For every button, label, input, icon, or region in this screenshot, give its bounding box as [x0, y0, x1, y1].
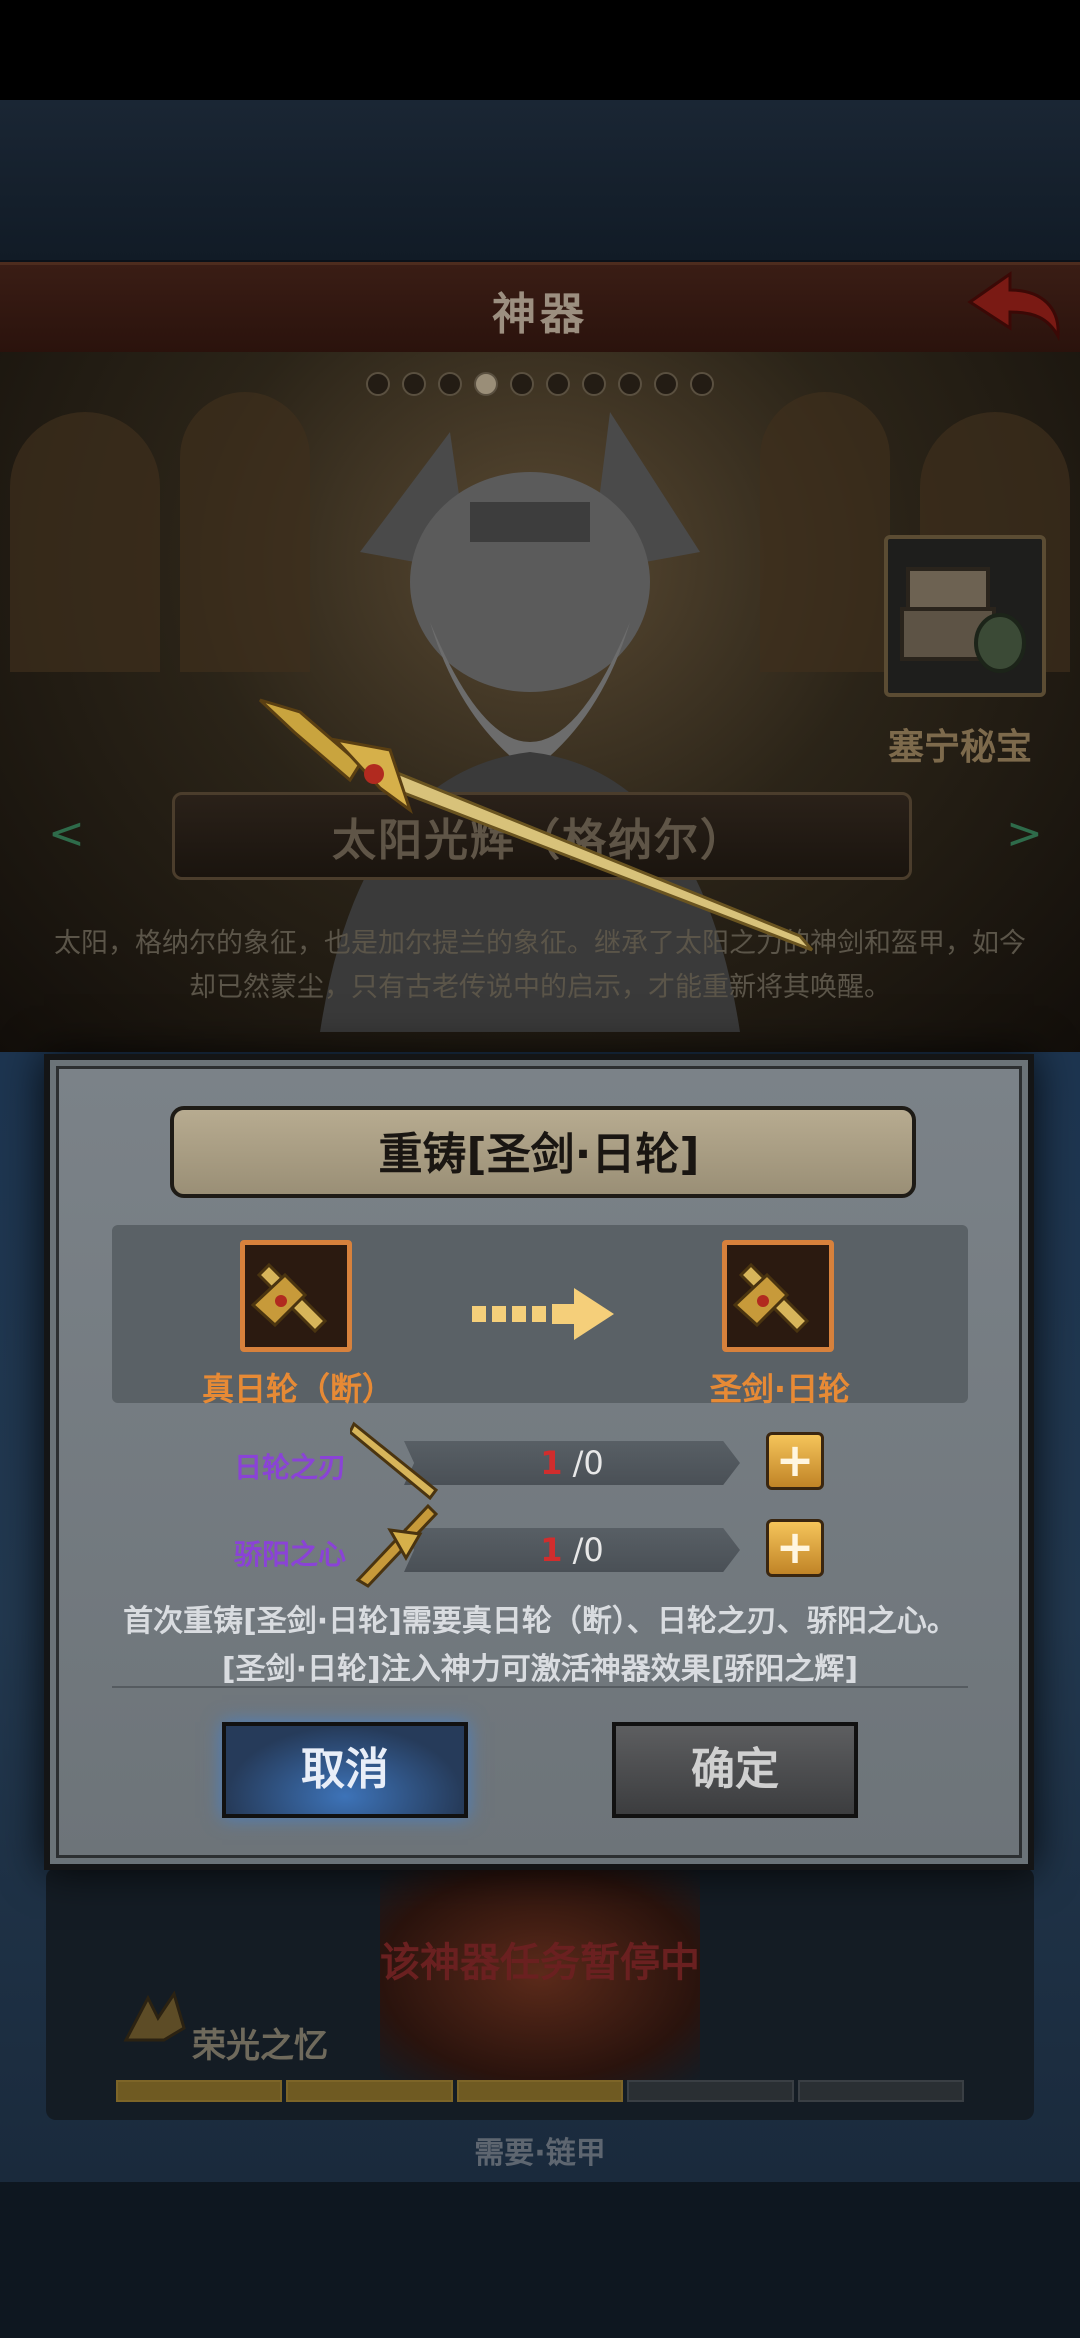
mission-progress-bar: [116, 2080, 965, 2102]
dialog-description: 首次重铸[圣剑·日轮]需要真日轮（断）、日轮之刃、骄阳之心。 [圣剑·日轮]注入…: [80, 1598, 1000, 1694]
progress-segment: [797, 2080, 965, 2102]
sun-blade-icon: [350, 1421, 439, 1500]
progress-segment: [456, 2080, 624, 2102]
dialog-description-line: 首次重铸[圣剑·日轮]需要真日轮（断）、日轮之刃、骄阳之心。: [123, 1604, 957, 1639]
carousel-dot[interactable]: [618, 372, 642, 396]
carousel-dot[interactable]: [582, 372, 606, 396]
next-artifact-icon[interactable]: >: [1006, 808, 1043, 859]
prev-artifact-icon[interactable]: <: [48, 808, 85, 859]
carousel-dot[interactable]: [402, 372, 426, 396]
treasure-chest-icon: [900, 567, 1026, 673]
material-need: 0: [583, 1444, 604, 1482]
progress-segment: [286, 2080, 453, 2102]
status-bar: [0, 0, 1080, 100]
carousel-dots: [300, 372, 780, 398]
mission-name: 荣光之忆: [192, 2026, 328, 2066]
material-have: 1: [540, 1531, 563, 1569]
carousel-dot[interactable]: [510, 372, 534, 396]
material-name: 日轮之刃: [234, 1451, 347, 1484]
add-material-button[interactable]: +: [766, 1519, 824, 1577]
artifact-description-line: 却已然蒙尘，只有古老传说中的启示，才能重新将其唤醒。: [189, 972, 891, 1003]
holy-sword-icon: [732, 1262, 810, 1334]
progress-segment: [116, 2080, 283, 2102]
material-count: 1 /0: [404, 1531, 740, 1569]
carousel-dot[interactable]: [438, 372, 462, 396]
material-need: 0: [583, 1531, 604, 1569]
result-item-slot[interactable]: [722, 1240, 834, 1352]
material-have: 1: [540, 1444, 563, 1482]
holy-sword-icon: [258, 698, 814, 952]
treasure-label: 塞宁秘宝: [887, 727, 1032, 768]
divider: [112, 1686, 968, 1688]
cancel-button[interactable]: 取消: [222, 1722, 468, 1818]
mission-status: 该神器任务暂停中: [380, 1940, 700, 1986]
result-item-name: 圣剑·日轮: [709, 1370, 851, 1408]
treasure-chest-button[interactable]: [884, 535, 1046, 697]
broken-sword-icon: [250, 1262, 328, 1334]
confirm-button[interactable]: 确定: [612, 1722, 858, 1818]
carousel-dot[interactable]: [690, 372, 714, 396]
material-separator: /: [572, 1444, 584, 1482]
carousel-dot[interactable]: [546, 372, 570, 396]
add-material-button[interactable]: +: [766, 1432, 824, 1490]
material-count: 1 /0: [404, 1444, 740, 1482]
progress-segment: [627, 2080, 794, 2102]
material-separator: /: [572, 1531, 584, 1569]
source-item-slot[interactable]: [240, 1240, 352, 1352]
carousel-dot[interactable]: [366, 372, 390, 396]
carousel-dot[interactable]: [654, 372, 678, 396]
sun-heart-icon: [355, 1503, 439, 1588]
arrow-right-icon: [472, 1288, 614, 1340]
dialog-title: 重铸[圣剑·日轮]: [378, 1129, 700, 1180]
material-name: 骄阳之心: [234, 1538, 347, 1571]
page-title: 神器: [492, 289, 588, 340]
carousel-dot-active[interactable]: [474, 372, 498, 396]
bottom-band: [0, 2182, 1080, 2338]
mission-requirement: 需要·链甲: [474, 2136, 606, 2171]
top-band: [0, 100, 1080, 260]
source-item-name: 真日轮（断）: [201, 1370, 394, 1408]
glory-emblem-icon: [123, 1990, 186, 2042]
back-arrow-icon[interactable]: [964, 268, 1064, 342]
